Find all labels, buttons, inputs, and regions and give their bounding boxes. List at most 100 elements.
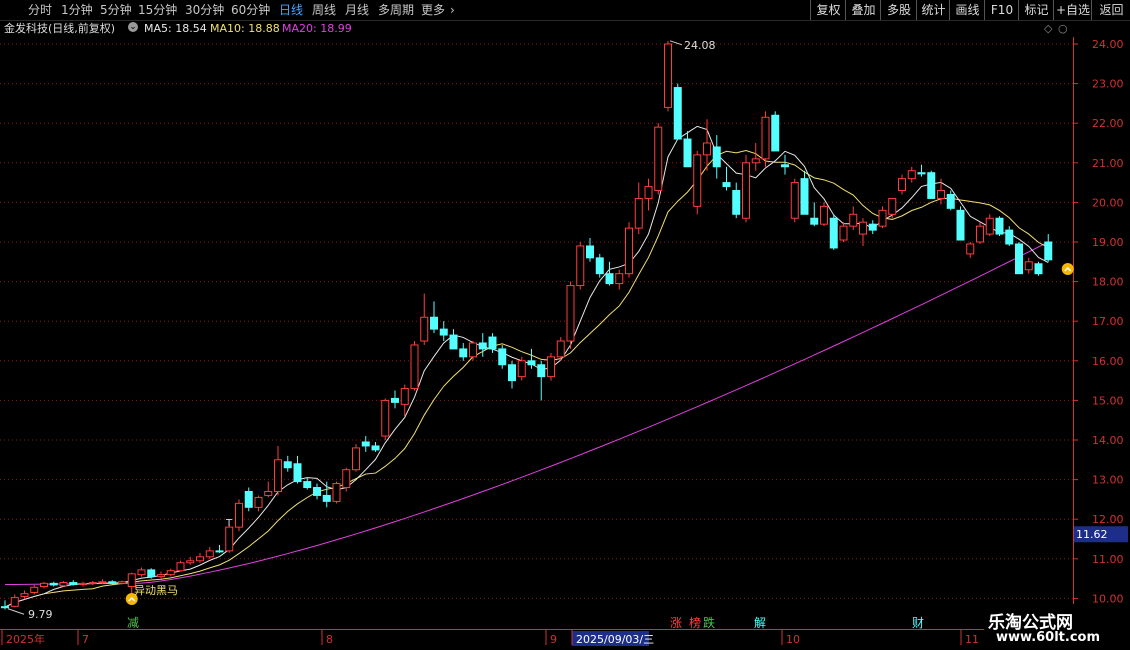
candle-body — [69, 582, 78, 586]
candle-body — [703, 142, 711, 156]
candle-body — [459, 348, 468, 358]
candle-body — [664, 43, 672, 108]
candle-body — [956, 209, 965, 241]
site-watermark: 乐淘公式网 www.60lt.com — [984, 604, 1130, 650]
watermark-url: www.60lt.com — [996, 630, 1101, 645]
current-price-label: 11.62 — [1076, 528, 1108, 541]
y-tick-label: 11.00 — [1092, 553, 1124, 566]
candle-body — [420, 316, 429, 342]
candle-body — [342, 469, 351, 489]
candle-body — [527, 360, 536, 366]
candle-body — [196, 556, 204, 562]
candle-body — [586, 245, 594, 259]
candle-body — [157, 574, 165, 578]
candle-body — [244, 490, 253, 508]
y-tick-label: 17.00 — [1092, 315, 1124, 328]
x-axis-label: 10 — [786, 633, 800, 646]
y-tick-label: 22.00 — [1092, 117, 1124, 130]
candle-body — [147, 569, 156, 578]
candle-body — [371, 445, 380, 451]
candle-body — [322, 494, 331, 502]
x-axis-label: 2025/09/03/三 — [576, 633, 654, 646]
candle-body — [381, 399, 390, 437]
candle-body — [10, 597, 19, 607]
candle-body — [1044, 241, 1053, 261]
candle-body — [985, 217, 994, 235]
candle-body — [537, 364, 546, 378]
event-marker: 解 — [754, 616, 766, 630]
candle-body — [654, 126, 663, 192]
candle-body — [868, 223, 877, 231]
kline-chart[interactable]: 24.00 23.00 22.00 21.00 20.00 19.00 18.00 17.00… — [0, 0, 1130, 650]
candle-body — [547, 356, 555, 378]
candle-body — [186, 560, 195, 564]
candle-body — [274, 459, 282, 492]
candle-body — [79, 582, 87, 586]
candle-body — [313, 487, 321, 496]
candle-body — [566, 285, 575, 342]
y-tick-label: 16.00 — [1092, 355, 1124, 368]
candle-body — [946, 193, 955, 209]
candle-body — [898, 178, 906, 192]
candle-body — [790, 182, 799, 219]
y-tick-label: 15.00 — [1092, 394, 1124, 407]
candle-body — [254, 496, 263, 508]
candle-body — [732, 190, 741, 215]
candle-body — [722, 182, 731, 188]
candle-body — [800, 178, 809, 215]
candle-body — [595, 257, 604, 275]
candle-body — [761, 116, 770, 160]
candle-body — [283, 461, 292, 469]
candle-body — [400, 388, 409, 405]
candle-body — [40, 582, 48, 588]
candle-body — [1034, 263, 1043, 275]
candle-body — [878, 209, 887, 227]
candle-body — [576, 245, 585, 287]
candle-body — [205, 550, 214, 558]
candle-body — [966, 243, 975, 255]
candle-body — [498, 348, 507, 366]
candle-body — [683, 138, 692, 168]
candle-body — [1005, 229, 1014, 245]
y-tick-label: 12.00 — [1092, 513, 1124, 526]
candle-body — [859, 221, 867, 235]
candle-body — [118, 581, 126, 584]
candle-body — [410, 344, 419, 390]
candle-body — [176, 562, 185, 572]
candle-body — [849, 213, 858, 227]
signal-mark: T — [225, 518, 233, 529]
x-axis-label: 11 — [965, 633, 979, 646]
candle-body — [108, 581, 117, 584]
event-marker: 跌 — [703, 615, 715, 630]
candle-body — [781, 164, 789, 168]
candle-body — [59, 582, 68, 587]
candle-body — [20, 593, 29, 597]
candle-body — [98, 581, 107, 584]
signal-label: 异动黑马 — [134, 584, 178, 597]
candle-body — [517, 360, 526, 378]
candle-body — [49, 582, 58, 586]
candle-body — [30, 586, 39, 593]
signal-up-icon-latest — [1061, 263, 1074, 275]
y-tick-label: 24.00 — [1092, 38, 1124, 51]
candle-body — [644, 186, 653, 199]
x-axis-label: 2025年 — [6, 632, 45, 646]
candle-body — [361, 441, 370, 447]
candle-body — [1015, 243, 1023, 275]
y-tick-label: 20.00 — [1092, 196, 1124, 209]
candle-body — [712, 146, 721, 168]
candle-body — [888, 197, 897, 215]
candle-body — [810, 217, 819, 225]
candle-body — [488, 336, 497, 350]
candle-body — [215, 550, 224, 553]
candle-body — [166, 570, 175, 576]
candle-body — [820, 205, 828, 225]
candle-body — [625, 227, 633, 275]
x-axis-label: 8 — [326, 633, 333, 646]
ma10-line — [4, 150, 1049, 608]
candle-body — [332, 483, 341, 502]
candle-body — [917, 172, 926, 175]
candle-body — [439, 328, 448, 336]
y-tick-label: 19.00 — [1092, 236, 1124, 249]
candle-body — [927, 172, 936, 199]
